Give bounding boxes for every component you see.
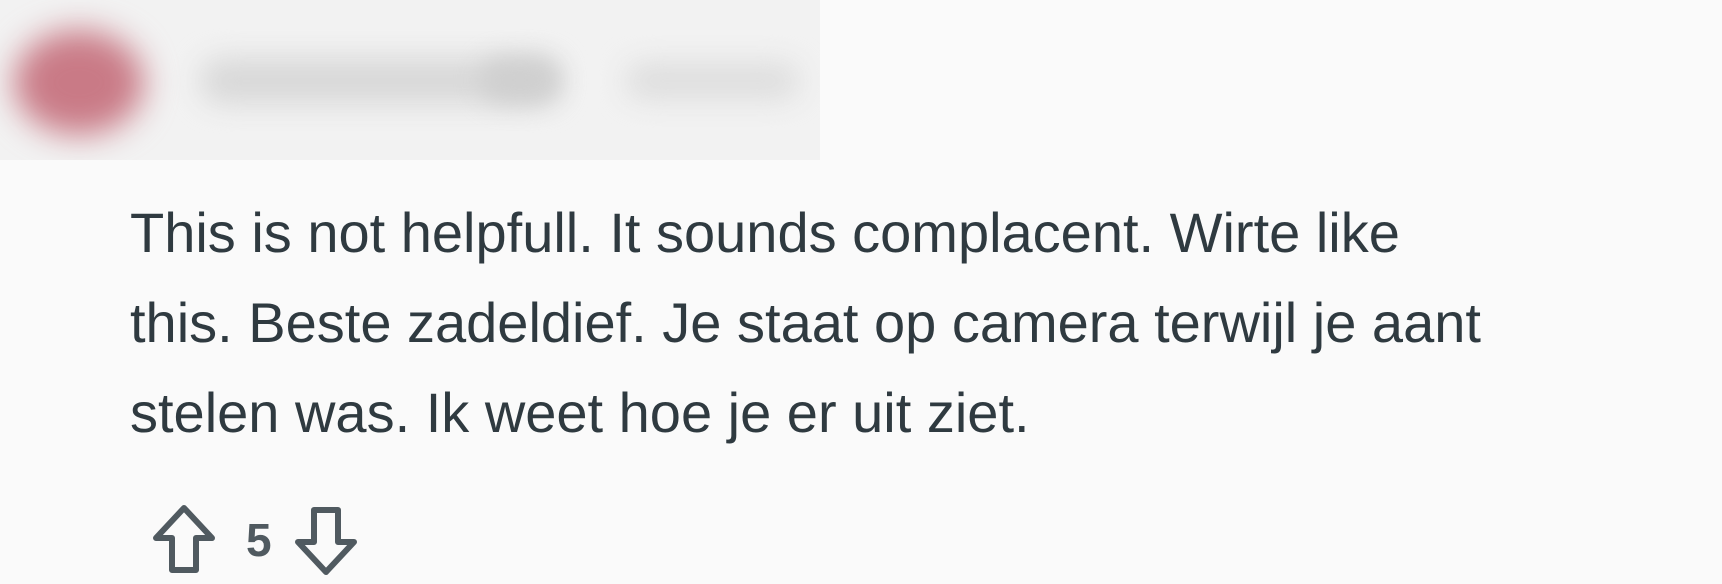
avatar[interactable] — [14, 30, 144, 135]
comment-body: This is not helpfull. It sounds complace… — [130, 188, 1722, 458]
upvote-arrow-icon — [152, 504, 216, 576]
comment-text-line: This is not helpfull. It sounds complace… — [130, 201, 1400, 264]
downvote-arrow-icon — [294, 504, 358, 576]
comment-meta-redacted — [625, 62, 800, 100]
comment: This is not helpfull. It sounds complace… — [0, 0, 1722, 584]
author-name-redacted-part — [480, 58, 560, 102]
vote-count: 5 — [246, 514, 272, 566]
comment-text-line: this. Beste zadeldief. Je staat op camer… — [130, 291, 1481, 354]
comment-text-line: stelen was. Ik weet hoe je er uit ziet. — [130, 381, 1030, 444]
upvote-button[interactable] — [148, 500, 220, 580]
downvote-button[interactable] — [290, 500, 362, 580]
author-row-redacted — [0, 0, 820, 160]
vote-bar: 5 — [148, 500, 362, 580]
